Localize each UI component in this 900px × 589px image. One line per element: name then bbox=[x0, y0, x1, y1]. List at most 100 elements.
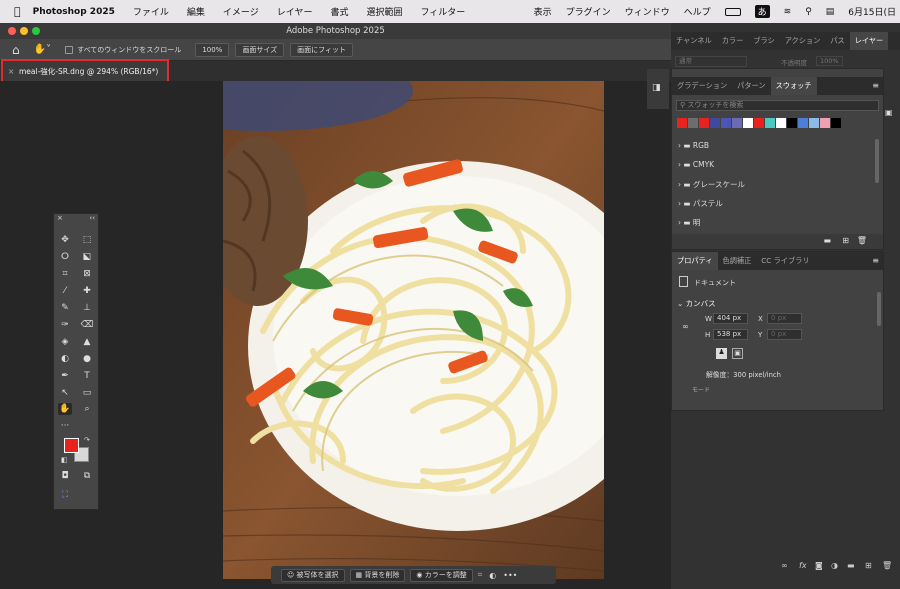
layer-style-icon[interactable]: fx bbox=[799, 561, 807, 570]
more-tools-icon[interactable]: ··· bbox=[58, 420, 72, 432]
height-field[interactable]: 538 px bbox=[713, 329, 748, 340]
zoom-window-button[interactable] bbox=[32, 27, 40, 35]
default-colors-icon[interactable]: ◧ bbox=[61, 456, 68, 464]
swatch-search-input[interactable]: ⚲ スウォッチを検索 bbox=[676, 100, 879, 111]
blend-mode-select[interactable]: 通常 bbox=[675, 56, 747, 67]
healing-brush-tool-icon[interactable]: ✚ bbox=[80, 285, 94, 297]
color-swatch[interactable] bbox=[710, 118, 720, 128]
rectangle-tool-icon[interactable]: ▭ bbox=[80, 387, 94, 399]
ime-indicator[interactable]: あ bbox=[754, 5, 770, 18]
menu-file[interactable]: ファイル bbox=[133, 5, 169, 18]
crop-icon[interactable]: ⌗ bbox=[478, 570, 483, 580]
crop-tool-icon[interactable]: ⌗ bbox=[58, 268, 72, 280]
adjustment-layer-icon[interactable]: ◑ bbox=[831, 561, 838, 570]
link-layers-icon[interactable]: ∞ bbox=[781, 561, 788, 570]
paint-bucket-tool-icon[interactable]: ◈ bbox=[58, 336, 72, 348]
battery-icon[interactable] bbox=[724, 7, 741, 16]
tab-brushes[interactable]: ブラシ bbox=[748, 32, 779, 50]
close-window-button[interactable] bbox=[8, 27, 16, 35]
app-menu[interactable]: Photoshop 2025 bbox=[33, 7, 115, 17]
eraser-tool-icon[interactable]: ⌫ bbox=[80, 319, 94, 331]
object-select-tool-icon[interactable]: ⬕ bbox=[80, 251, 94, 263]
swap-colors-icon[interactable]: ↷ bbox=[84, 436, 90, 444]
menu-view[interactable]: 表示 bbox=[534, 5, 552, 18]
color-swatch[interactable] bbox=[787, 118, 797, 128]
color-swatch[interactable] bbox=[809, 118, 819, 128]
hand-tool-preset-icon[interactable]: ✋˅ bbox=[34, 44, 51, 55]
link-icon[interactable]: ∞ bbox=[682, 322, 689, 331]
move-tool-icon[interactable]: ✥ bbox=[58, 234, 72, 246]
y-field[interactable]: 0 px bbox=[767, 329, 802, 340]
tab-actions[interactable]: アクション bbox=[780, 32, 826, 50]
scrollbar[interactable] bbox=[875, 139, 879, 183]
blur-tool-icon[interactable]: ▲ bbox=[80, 336, 94, 348]
remove-background-button[interactable]: ▦ 背景を削除 bbox=[349, 568, 406, 582]
portrait-orientation-icon[interactable]: ♟ bbox=[716, 348, 727, 359]
menu-image[interactable]: イメージ bbox=[223, 5, 259, 18]
menu-layer[interactable]: レイヤー bbox=[277, 5, 313, 18]
panel-menu-icon[interactable]: ≡ bbox=[872, 81, 879, 90]
folder-pastel[interactable]: › ▬ パステル bbox=[678, 198, 723, 209]
select-subject-button[interactable]: ☺ 被写体を選択 bbox=[281, 568, 345, 582]
more-options-icon[interactable]: ••• bbox=[503, 571, 517, 580]
color-swatch[interactable] bbox=[831, 118, 841, 128]
menu-type[interactable]: 書式 bbox=[330, 5, 348, 18]
wifi-icon[interactable]: ≋ bbox=[784, 7, 792, 17]
delete-icon[interactable]: 🗑 bbox=[857, 236, 867, 245]
type-tool-icon[interactable]: T bbox=[80, 370, 94, 382]
menu-filter[interactable]: フィルター bbox=[420, 5, 465, 18]
menu-help[interactable]: ヘルプ bbox=[684, 5, 711, 18]
eyedropper-tool-icon[interactable]: ⁄ bbox=[58, 285, 72, 297]
panel-menu-icon[interactable]: ≡ bbox=[872, 256, 879, 265]
lasso-tool-icon[interactable]: ⵔ bbox=[58, 251, 72, 263]
smudge-tool-icon[interactable]: ● bbox=[80, 353, 94, 365]
close-panel-icon[interactable]: × bbox=[57, 214, 63, 222]
opacity-field[interactable]: 100% bbox=[816, 56, 843, 66]
tab-swatches[interactable]: スウォッチ bbox=[770, 77, 817, 95]
generative-icon[interactable]: ⛶ bbox=[58, 489, 72, 501]
tab-adjustments[interactable]: 色調補正 bbox=[718, 252, 757, 270]
folder-CMYK[interactable]: › ▬ CMYK bbox=[678, 160, 714, 169]
color-swatch[interactable] bbox=[677, 118, 687, 128]
folder-RGB[interactable]: › ▬ RGB bbox=[678, 141, 709, 150]
history-brush-tool-icon[interactable]: ✑ bbox=[58, 319, 72, 331]
tab-cc-libraries[interactable]: CC ライブラリ bbox=[756, 252, 814, 270]
home-icon[interactable]: ⌂ bbox=[12, 43, 20, 57]
tab-paths[interactable]: パス bbox=[825, 32, 849, 50]
landscape-orientation-icon[interactable]: ▣ bbox=[732, 348, 743, 359]
color-swatch[interactable] bbox=[743, 118, 753, 128]
color-swatch[interactable] bbox=[798, 118, 808, 128]
fit-screen-button[interactable]: 画面サイズ bbox=[235, 42, 285, 57]
folder-light[interactable]: › ▬ 明 bbox=[678, 217, 700, 228]
menu-window[interactable]: ウィンドウ bbox=[625, 5, 670, 18]
history-panel-icon[interactable]: ◨ bbox=[652, 83, 661, 93]
color-swatch[interactable] bbox=[699, 118, 709, 128]
folder-grayscale[interactable]: › ▬ グレースケール bbox=[678, 179, 745, 190]
marquee-tool-icon[interactable]: ⬚ bbox=[80, 234, 94, 246]
brush-tool-icon[interactable]: ✎ bbox=[58, 302, 72, 314]
close-tab-icon[interactable]: × bbox=[8, 61, 14, 83]
new-group-icon[interactable]: ▬ bbox=[847, 561, 855, 570]
document-canvas-photo[interactable] bbox=[223, 81, 604, 579]
quick-mask-icon[interactable]: ◘ bbox=[58, 470, 72, 482]
color-swatch[interactable] bbox=[776, 118, 786, 128]
x-field[interactable]: 0 px bbox=[767, 313, 802, 324]
tab-gradients[interactable]: グラデーション bbox=[672, 77, 732, 95]
delete-layer-icon[interactable]: 🗑 bbox=[882, 561, 892, 570]
scroll-all-checkbox[interactable] bbox=[65, 45, 74, 54]
clock[interactable]: 6月15日(日 bbox=[848, 5, 896, 18]
new-group-icon[interactable]: ▬ bbox=[823, 236, 831, 245]
new-layer-icon[interactable]: ⊞ bbox=[865, 561, 872, 570]
color-swatch[interactable] bbox=[688, 118, 698, 128]
foreground-color-swatch[interactable] bbox=[64, 438, 79, 453]
menu-select[interactable]: 選択範囲 bbox=[366, 5, 402, 18]
frame-tool-icon[interactable]: ⊠ bbox=[80, 268, 94, 280]
color-swatch[interactable] bbox=[721, 118, 731, 128]
tab-channels[interactable]: チャンネル bbox=[671, 32, 717, 50]
tab-patterns[interactable]: パターン bbox=[732, 77, 770, 95]
menu-plugins[interactable]: プラグイン bbox=[566, 5, 611, 18]
color-swatch[interactable] bbox=[820, 118, 830, 128]
hand-tool-icon[interactable]: ✋ bbox=[58, 403, 72, 415]
color-swatch[interactable] bbox=[754, 118, 764, 128]
collapse-panel-icon[interactable]: ‹‹ bbox=[89, 214, 95, 222]
